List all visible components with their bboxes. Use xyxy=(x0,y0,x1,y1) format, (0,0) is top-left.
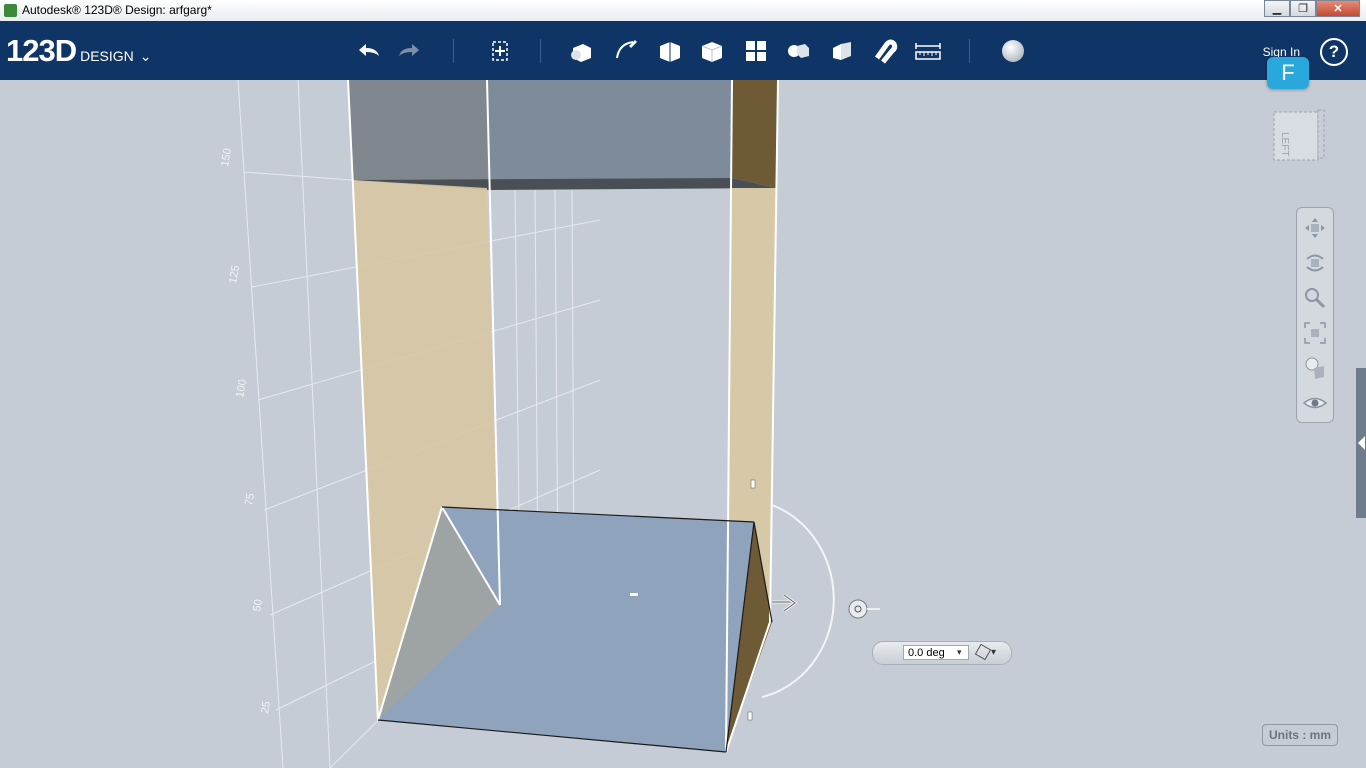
angle-dropdown[interactable]: ▾ xyxy=(957,645,962,660)
magnet-icon xyxy=(874,39,898,64)
window-title: Autodesk® 123D® Design: arfgarg* xyxy=(22,3,212,17)
ruler-label: 25 xyxy=(259,700,273,714)
sketch-button[interactable] xyxy=(610,35,642,67)
pattern-button[interactable] xyxy=(740,35,772,67)
fit-button[interactable] xyxy=(1301,319,1329,347)
zoom-icon xyxy=(1305,288,1326,309)
ruler-icon xyxy=(915,43,941,60)
transform-button[interactable] xyxy=(484,35,516,67)
fit-icon xyxy=(1304,322,1326,344)
upper-box-face[interactable] xyxy=(732,80,778,188)
units-button[interactable]: Units : mm xyxy=(1262,724,1338,746)
toolbar-separator xyxy=(969,39,970,63)
center-handle[interactable] xyxy=(630,593,638,596)
eye-icon xyxy=(1302,397,1328,409)
logo-sub: DESIGN xyxy=(80,48,134,64)
window-titlebar: Autodesk® 123D® Design: arfgarg* ▁ ❐ ✕ xyxy=(0,0,1366,22)
window-controls: ▁ ❐ ✕ xyxy=(1264,0,1360,18)
view-cube[interactable]: LEFT xyxy=(1272,108,1326,164)
visibility-button[interactable] xyxy=(1301,354,1329,382)
construct-button[interactable] xyxy=(654,35,686,67)
modify-button[interactable] xyxy=(696,35,728,67)
pattern-icon xyxy=(746,41,766,61)
minimize-button[interactable]: ▁ xyxy=(1264,0,1290,17)
sketch-icon xyxy=(616,40,637,59)
snap-button[interactable] xyxy=(868,35,900,67)
redo-button[interactable] xyxy=(394,35,426,67)
material-sphere-icon xyxy=(1002,40,1024,62)
ruler-label: 75 xyxy=(243,492,257,506)
toolbar-separator xyxy=(453,39,454,63)
3d-viewport[interactable]: 150 125 100 75 50 25 xyxy=(0,80,1366,768)
navigation-bar xyxy=(1296,207,1334,423)
primitives-icon xyxy=(571,44,591,62)
transform-icon xyxy=(492,41,508,61)
ruler-label: 100 xyxy=(234,378,249,398)
material-button[interactable] xyxy=(997,35,1029,67)
construct-icon xyxy=(660,42,680,62)
close-button[interactable]: ✕ xyxy=(1316,0,1360,17)
toolbar-separator xyxy=(540,39,541,63)
undo-button[interactable] xyxy=(352,35,384,67)
resize-handle[interactable] xyxy=(750,479,756,489)
redo-icon xyxy=(399,44,419,56)
grouping-icon xyxy=(788,44,809,58)
grouping-button[interactable] xyxy=(782,35,814,67)
primitives-button[interactable] xyxy=(566,35,598,67)
restore-button[interactable]: ❐ xyxy=(1290,0,1316,17)
upper-box-face[interactable] xyxy=(348,80,487,187)
zoom-button[interactable] xyxy=(1301,284,1329,312)
chevron-down-icon: ⌄ xyxy=(139,48,152,64)
visibility-icon xyxy=(1305,357,1324,379)
app-icon xyxy=(4,4,17,17)
combine-icon xyxy=(833,42,851,60)
resize-handle[interactable] xyxy=(747,711,753,721)
upper-box-face[interactable] xyxy=(487,80,732,187)
ruler-label: 125 xyxy=(227,264,242,284)
rotate-handle[interactable] xyxy=(848,599,868,619)
ruler-label: 150 xyxy=(219,147,234,167)
view-button[interactable] xyxy=(1301,389,1329,417)
main-toolbar: 123D DESIGN ⌄ Sign In ? xyxy=(0,21,1366,80)
pan-button[interactable] xyxy=(1301,214,1329,242)
view-cube-icon: LEFT xyxy=(1273,109,1325,161)
pan-icon xyxy=(1305,218,1325,238)
move-arrow-icon[interactable] xyxy=(772,593,798,613)
combine-button[interactable] xyxy=(826,35,858,67)
measure-button[interactable] xyxy=(912,35,944,67)
orbit-icon xyxy=(1306,254,1324,272)
logo-main: 123D xyxy=(6,33,77,68)
help-button[interactable]: ? xyxy=(1320,38,1348,66)
orbit-button[interactable] xyxy=(1301,249,1329,277)
scene-canvas: 150 125 100 75 50 25 xyxy=(219,80,880,768)
ruler-label: 50 xyxy=(251,598,265,612)
snap-icon xyxy=(974,644,992,661)
undo-icon xyxy=(359,44,379,56)
snap-dropdown[interactable]: ▾ xyxy=(974,644,999,661)
rotate-angle-control: 0.0 deg ▾ ▾ xyxy=(872,641,1012,665)
modify-icon xyxy=(701,42,723,62)
app-menu-logo[interactable]: 123D DESIGN ⌄ xyxy=(6,33,152,69)
view-cube-label: LEFT xyxy=(1279,132,1290,156)
snap-dropdown-arrow: ▾ xyxy=(991,647,997,658)
chevron-left-icon xyxy=(1358,436,1365,450)
